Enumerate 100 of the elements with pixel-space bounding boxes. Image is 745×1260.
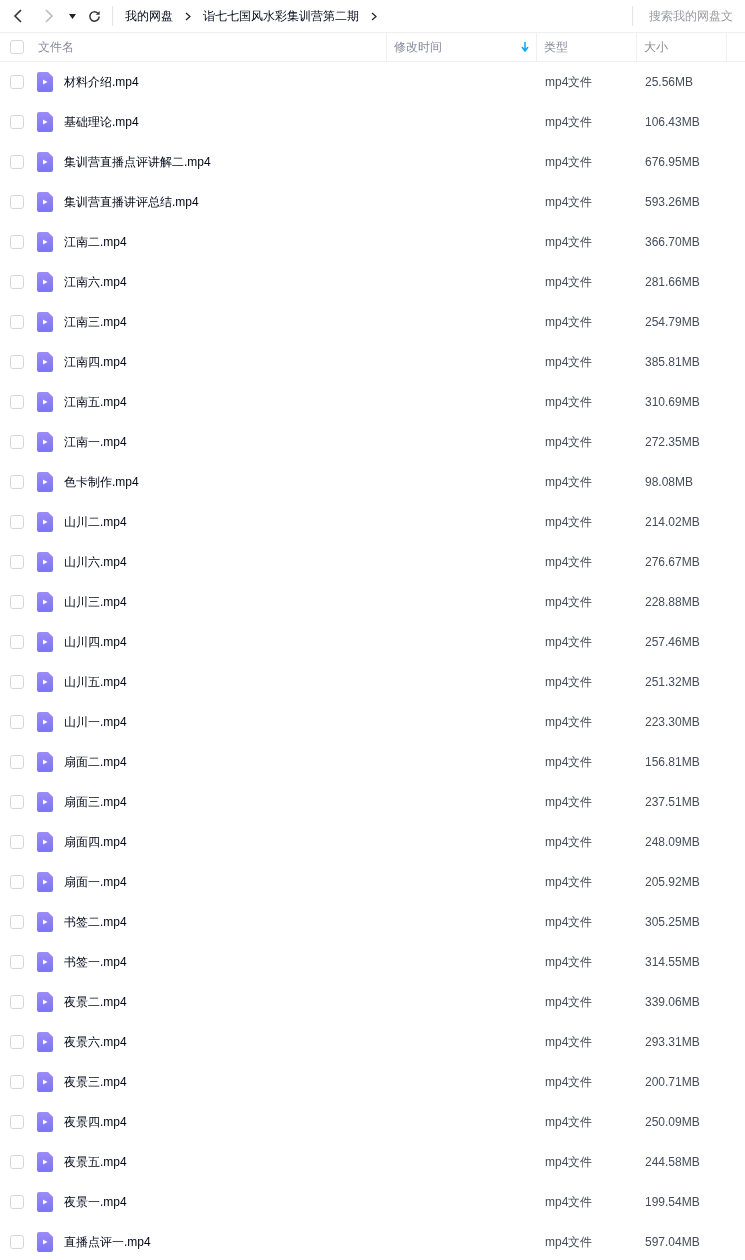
checkbox[interactable] [10, 235, 24, 249]
checkbox[interactable] [10, 155, 24, 169]
checkbox[interactable] [10, 275, 24, 289]
file-type: mp4文件 [544, 434, 594, 451]
video-file-icon [37, 992, 53, 1012]
file-name[interactable]: 山川二.mp4 [64, 513, 127, 531]
video-file-icon [37, 192, 53, 212]
checkbox[interactable] [10, 715, 24, 729]
column-header[interactable]: 大小 [644, 38, 668, 56]
file-name[interactable]: 江南三.mp4 [64, 313, 127, 331]
refresh-icon[interactable] [88, 9, 101, 23]
file-name[interactable]: 江南二.mp4 [64, 233, 127, 251]
checkbox[interactable] [10, 955, 24, 969]
video-file-icon [37, 1152, 53, 1172]
file-size: 676.95MB [644, 154, 701, 171]
file-size: 272.35MB [644, 434, 701, 451]
video-file-icon [37, 352, 53, 372]
file-name[interactable]: 江南四.mp4 [64, 353, 127, 371]
file-name[interactable]: 夜景一.mp4 [64, 1193, 127, 1211]
search-field[interactable]: 搜索我的网盘文 [649, 7, 745, 25]
checkbox[interactable] [10, 395, 24, 409]
checkbox[interactable] [10, 635, 24, 649]
file-name[interactable]: 山川四.mp4 [64, 633, 127, 651]
forward-icon[interactable] [44, 9, 54, 23]
breadcrumb-item[interactable]: 我的网盘 [125, 7, 173, 25]
file-name[interactable]: 书签一.mp4 [64, 953, 127, 971]
video-file-icon [37, 232, 53, 252]
file-name[interactable]: 夜景三.mp4 [64, 1073, 127, 1091]
video-file-icon [37, 752, 53, 772]
checkbox[interactable] [10, 355, 24, 369]
file-name[interactable]: 夜景五.mp4 [64, 1153, 127, 1171]
file-type: mp4文件 [544, 874, 594, 891]
checkbox[interactable] [10, 995, 24, 1009]
checkbox[interactable] [10, 875, 24, 889]
file-name[interactable]: 江南五.mp4 [64, 393, 127, 411]
file-name[interactable]: 山川六.mp4 [64, 553, 127, 571]
checkbox[interactable] [10, 675, 24, 689]
file-name[interactable]: 山川三.mp4 [64, 593, 127, 611]
video-file-icon [37, 1232, 53, 1252]
checkbox[interactable] [10, 1115, 24, 1129]
checkbox[interactable] [10, 1235, 24, 1249]
file-name[interactable]: 扇面四.mp4 [64, 833, 127, 851]
video-file-icon [37, 1072, 53, 1092]
checkbox[interactable] [10, 1155, 24, 1169]
checkbox[interactable] [10, 115, 24, 129]
file-name[interactable]: 色卡制作.mp4 [64, 473, 139, 491]
file-name[interactable]: 直播点评一.mp4 [64, 1233, 151, 1251]
checkbox[interactable] [10, 915, 24, 929]
file-type: mp4文件 [544, 1034, 594, 1051]
column-header[interactable]: 类型 [544, 38, 568, 56]
file-size: 310.69MB [644, 394, 701, 411]
checkbox[interactable] [10, 40, 24, 54]
file-name[interactable]: 扇面二.mp4 [64, 753, 127, 771]
file-name[interactable]: 夜景四.mp4 [64, 1113, 127, 1131]
file-name[interactable]: 夜景二.mp4 [64, 993, 127, 1011]
file-size: 98.08MB [644, 474, 695, 491]
checkbox[interactable] [10, 315, 24, 329]
checkbox[interactable] [10, 1195, 24, 1209]
checkbox[interactable] [10, 75, 24, 89]
column-header[interactable]: 文件名 [38, 38, 74, 56]
file-name[interactable]: 材料介绍.mp4 [64, 73, 139, 91]
checkbox[interactable] [10, 1075, 24, 1089]
file-name[interactable]: 扇面三.mp4 [64, 793, 127, 811]
file-name[interactable]: 扇面一.mp4 [64, 873, 127, 891]
file-name[interactable]: 夜景六.mp4 [64, 1033, 127, 1051]
checkbox[interactable] [10, 515, 24, 529]
checkbox[interactable] [10, 475, 24, 489]
breadcrumb-item[interactable]: 诣七七国风水彩集训营第二期 [203, 7, 359, 25]
file-type: mp4文件 [544, 594, 594, 611]
checkbox[interactable] [10, 555, 24, 569]
checkbox[interactable] [10, 195, 24, 209]
file-type: mp4文件 [544, 1074, 594, 1091]
file-size: 597.04MB [644, 1234, 701, 1251]
file-name[interactable]: 基础理论.mp4 [64, 113, 139, 131]
file-size: 254.79MB [644, 314, 701, 331]
file-name[interactable]: 山川一.mp4 [64, 713, 127, 731]
file-name[interactable]: 集训营直播讲评总结.mp4 [64, 193, 199, 211]
chevron-right-icon [185, 11, 191, 21]
sort-arrow-icon[interactable] [521, 42, 529, 52]
checkbox[interactable] [10, 1035, 24, 1049]
file-name[interactable]: 江南一.mp4 [64, 433, 127, 451]
file-name[interactable]: 集训营直播点评讲解二.mp4 [64, 153, 211, 171]
checkbox[interactable] [10, 795, 24, 809]
column-header[interactable]: 修改时间 [394, 38, 442, 56]
checkbox[interactable] [10, 595, 24, 609]
back-icon[interactable] [13, 9, 23, 23]
checkbox[interactable] [10, 435, 24, 449]
file-size: 276.67MB [644, 554, 701, 571]
dropdown-caret-icon[interactable] [69, 13, 76, 19]
file-size: 199.54MB [644, 1194, 701, 1211]
file-name[interactable]: 江南六.mp4 [64, 273, 127, 291]
checkbox[interactable] [10, 835, 24, 849]
file-type: mp4文件 [544, 794, 594, 811]
file-size: 385.81MB [644, 354, 701, 371]
checkbox[interactable] [10, 755, 24, 769]
file-size: 200.71MB [644, 1074, 701, 1091]
file-name[interactable]: 山川五.mp4 [64, 673, 127, 691]
file-type: mp4文件 [544, 1154, 594, 1171]
video-file-icon [37, 312, 53, 332]
file-name[interactable]: 书签二.mp4 [64, 913, 127, 931]
